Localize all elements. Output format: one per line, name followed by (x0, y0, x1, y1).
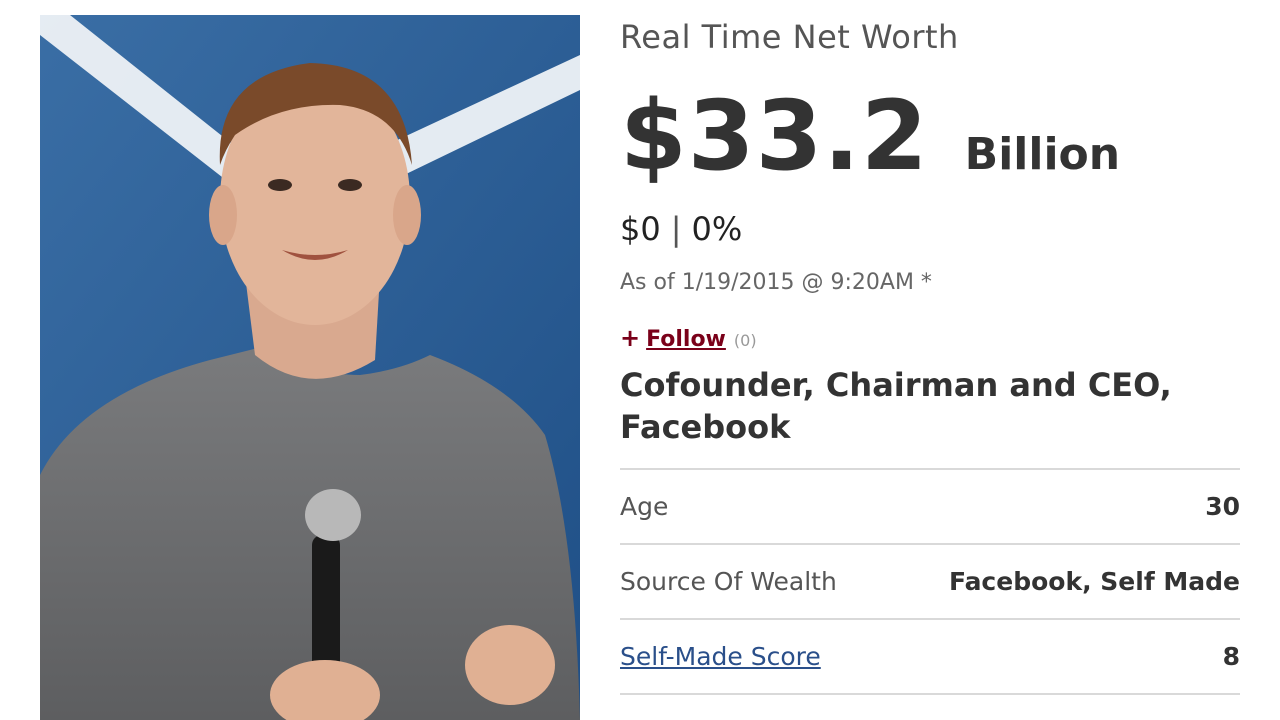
follow-link[interactable]: Follow (646, 327, 726, 352)
net-worth-amount: $33.2 (620, 80, 929, 192)
stat-label: Age (620, 492, 669, 521)
change-dollar: $0 (620, 210, 661, 248)
net-worth-value: $33.2 Billion (620, 80, 1120, 192)
follow-count: (0) (733, 331, 757, 350)
stat-value: 30 (1205, 492, 1240, 521)
section-title: Real Time Net Worth (620, 18, 959, 56)
net-worth-unit: Billion (964, 129, 1121, 180)
self-made-score-link[interactable]: Self-Made Score (620, 642, 821, 671)
as-of-timestamp: As of 1/19/2015 @ 9:20AM * (620, 270, 932, 295)
stat-label: Source Of Wealth (620, 567, 837, 596)
stat-row-divider-bottom (620, 693, 1240, 720)
profile-page: Real Time Net Worth $33.2 Billion $0 | 0% … (0, 0, 1280, 720)
net-worth-change: $0 | 0% (620, 210, 742, 248)
net-worth-panel: Real Time Net Worth $33.2 Billion $0 | 0% … (620, 0, 1240, 720)
stats-table: Age 30 Source Of Wealth Facebook, Self M… (620, 468, 1240, 720)
stat-value: Facebook, Self Made (948, 567, 1240, 596)
profile-photo (40, 15, 580, 720)
follow-control[interactable]: + Follow (0) (620, 324, 757, 352)
stat-value: 8 (1222, 642, 1240, 671)
stat-row-source-of-wealth: Source Of Wealth Facebook, Self Made (620, 543, 1240, 618)
change-percent: 0% (691, 210, 743, 248)
job-title: Cofounder, Chairman and CEO, Facebook (620, 366, 1172, 446)
stat-row-age: Age 30 (620, 468, 1240, 543)
stat-row-self-made-score: Self-Made Score 8 (620, 618, 1240, 693)
plus-icon[interactable]: + (620, 324, 640, 352)
change-separator: | (670, 210, 682, 248)
